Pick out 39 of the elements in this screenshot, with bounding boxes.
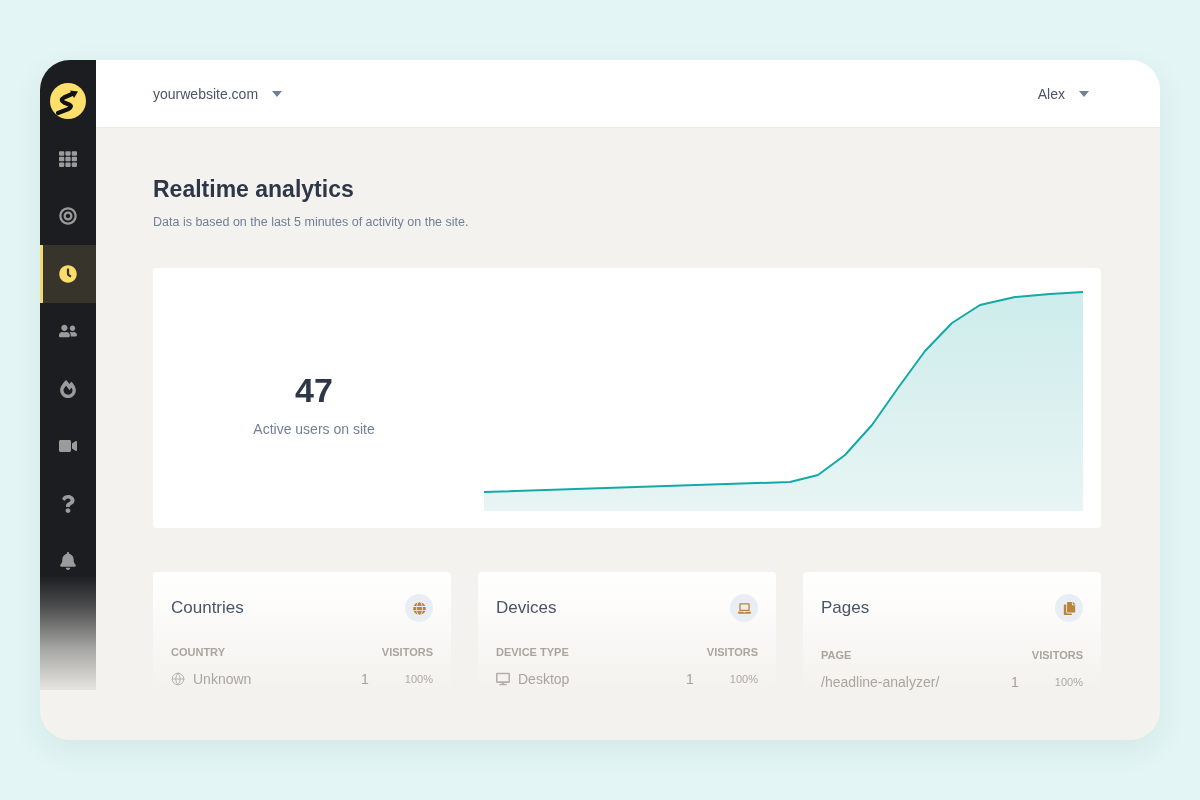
column-header: PAGE (821, 648, 852, 662)
monitor-icon (496, 672, 510, 686)
laptop-icon (730, 594, 758, 622)
column-header: COUNTRY (171, 645, 225, 659)
logo-icon (50, 83, 86, 119)
grid-icon (59, 149, 77, 168)
site-selector[interactable]: yourwebsite.com (153, 85, 283, 102)
active-users-count: 47 (295, 369, 333, 410)
visitor-count: 1 (686, 670, 694, 688)
clock-icon (59, 264, 77, 283)
bell-icon (59, 552, 77, 571)
target-icon (59, 207, 77, 226)
visitor-share: 100% (1054, 675, 1083, 690)
user-menu[interactable]: Alex (1037, 85, 1089, 102)
globe-icon (405, 594, 433, 622)
column-header: DEVICE TYPE (496, 645, 569, 659)
panel-title: Countries (171, 597, 244, 619)
copy-icon (1055, 594, 1083, 622)
page-title: Realtime analytics (153, 175, 354, 204)
column-header: VISITORS (381, 645, 433, 659)
row-name: /headline-analyzer/ (821, 673, 940, 691)
visitor-share: 100% (404, 672, 433, 687)
row-name: Desktop (518, 670, 570, 688)
caret-icon (1079, 90, 1089, 97)
active-users-label: Active users on site (253, 419, 375, 438)
visitor-share: 100% (729, 672, 758, 687)
page-subtitle: Data is based on the last 5 minutes of activity on the site. (153, 214, 469, 231)
panel-title: Devices (496, 597, 557, 619)
help-icon (59, 494, 77, 513)
flame-icon (59, 379, 77, 398)
column-header: VISITORS (706, 645, 758, 659)
panel-title: Pages (821, 597, 870, 619)
visitor-count: 1 (361, 670, 369, 688)
nav-button[interactable] (40, 245, 96, 303)
column-header: VISITORS (1031, 648, 1083, 662)
caret-icon (272, 90, 283, 97)
globe-icon (171, 672, 185, 686)
row-name: Unknown (193, 670, 252, 688)
visitor-count: 1 (1011, 673, 1019, 691)
